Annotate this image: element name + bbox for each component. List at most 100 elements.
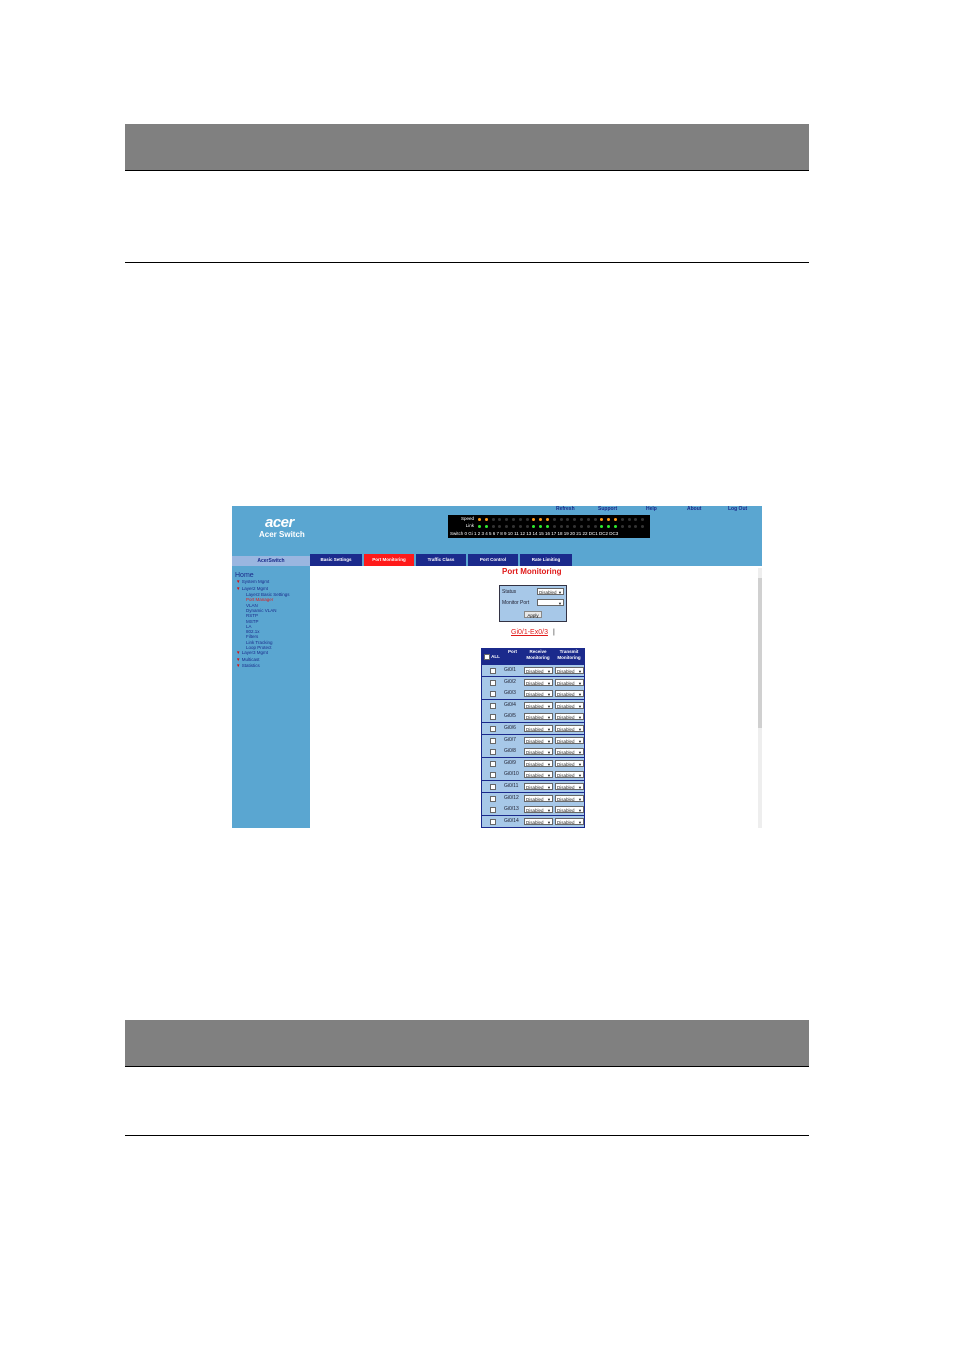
- sidebar-item-multicast[interactable]: ▼ Multicast: [236, 657, 259, 662]
- row-checkbox[interactable]: [490, 702, 496, 709]
- row-checkbox[interactable]: [490, 807, 496, 814]
- row-checkbox[interactable]: [490, 818, 496, 825]
- sidebar-item-system-mgmt[interactable]: ▼ System Mgmt: [236, 579, 269, 584]
- sidebar-item-port-manager[interactable]: Port Manager: [246, 597, 273, 602]
- sidebar-item-loop-protect[interactable]: Loop Protect: [246, 645, 272, 650]
- scrollbar-thumb[interactable]: [758, 578, 762, 728]
- transmit-monitoring-select[interactable]: Disabled ▼: [555, 771, 584, 779]
- table-row: Gi0/11 Disabled ▼ Disabled ▼: [482, 781, 584, 792]
- apply-button[interactable]: Apply: [524, 611, 542, 618]
- chevron-down-icon: ▼: [547, 703, 551, 709]
- receive-monitoring-select[interactable]: Disabled ▼: [524, 667, 553, 674]
- transmit-monitoring-select[interactable]: Disabled ▼: [555, 806, 584, 814]
- transmit-monitoring-select[interactable]: Disabled ▼: [555, 748, 584, 756]
- port-led-indicator: [518, 518, 522, 521]
- port-led-indicator: [505, 525, 509, 528]
- sidebar-item-home[interactable]: Home: [235, 572, 254, 579]
- receive-monitoring-select[interactable]: Disabled ▼: [524, 771, 553, 779]
- port-name: Gi0/11: [504, 783, 519, 789]
- transmit-monitoring-select[interactable]: Disabled ▼: [555, 667, 584, 674]
- sidebar-item-statistics[interactable]: ▼ Statistics: [236, 663, 260, 668]
- refresh-link[interactable]: Refresh: [556, 506, 575, 512]
- tab-basic-settings[interactable]: Basic Settings: [310, 554, 362, 566]
- scrollbar[interactable]: [758, 568, 762, 828]
- receive-monitoring-select[interactable]: Disabled ▼: [524, 806, 553, 814]
- port-led-indicator: [600, 525, 604, 528]
- receive-monitoring-select[interactable]: Disabled ▼: [524, 701, 553, 709]
- tab-port-monitoring[interactable]: Port Monitoring: [364, 554, 414, 566]
- port-led-indicator: [525, 525, 529, 528]
- transmit-monitoring-value: Disabled: [557, 692, 575, 698]
- receive-monitoring-select[interactable]: Disabled ▼: [524, 794, 553, 802]
- transmit-monitoring-select[interactable]: Disabled ▼: [555, 794, 584, 802]
- sidebar-item-layer2-mgmt[interactable]: ▼ Layer2 Mgmt: [236, 586, 268, 591]
- monitor-port-select[interactable]: ▼: [537, 599, 564, 606]
- port-led-indicator: [607, 525, 611, 528]
- sidebar-item-label: VLAN: [246, 602, 258, 608]
- sidebar-item-la[interactable]: LA: [246, 624, 252, 629]
- receive-monitoring-select[interactable]: Disabled ▼: [524, 713, 553, 721]
- receive-monitoring-select[interactable]: Disabled ▼: [524, 678, 553, 686]
- led-switch-label: Switch 0: [450, 531, 468, 536]
- row-checkbox[interactable]: [490, 760, 496, 767]
- transmit-monitoring-select[interactable]: Disabled ▼: [555, 713, 584, 721]
- all-checkbox[interactable]: [484, 653, 491, 660]
- row-checkbox[interactable]: [490, 726, 496, 732]
- sidebar-item-link-tracking[interactable]: Link Tracking: [246, 640, 273, 645]
- port-led-indicator: [627, 525, 631, 528]
- tab-port-control[interactable]: Port Control: [468, 554, 518, 566]
- sidebar-item-filters[interactable]: Filters: [246, 634, 258, 639]
- row-checkbox[interactable]: [490, 795, 496, 802]
- transmit-monitoring-select[interactable]: Disabled ▼: [555, 736, 584, 744]
- sidebar-item-label: LA: [246, 623, 252, 629]
- receive-monitoring-select[interactable]: Disabled ▼: [524, 736, 553, 744]
- port-range-link[interactable]: Gi0/1-Ex0/3: [511, 629, 548, 636]
- port-led-indicator: [484, 525, 488, 528]
- receive-monitoring-select[interactable]: Disabled ▼: [524, 690, 553, 698]
- receive-monitoring-value: Disabled: [526, 738, 544, 744]
- sidebar-item-label: Filters: [246, 634, 259, 640]
- about-link[interactable]: About: [687, 506, 701, 512]
- port-name: Gi0/1: [504, 667, 516, 673]
- row-checkbox[interactable]: [490, 668, 496, 674]
- row-checkbox[interactable]: [490, 714, 496, 721]
- transmit-monitoring-select[interactable]: Disabled ▼: [555, 690, 584, 698]
- port-led-indicator: [634, 518, 638, 521]
- transmit-monitoring-select[interactable]: Disabled ▼: [555, 783, 584, 790]
- transmit-monitoring-select[interactable]: Disabled ▼: [555, 725, 584, 732]
- logout-link[interactable]: Log Out: [728, 506, 747, 512]
- row-checkbox[interactable]: [490, 749, 496, 756]
- sidebar-item-layer2-basic-settings[interactable]: Layer2 Basic Settings: [246, 592, 290, 597]
- sidebar-item-802-1x[interactable]: 802.1x: [246, 629, 260, 634]
- tab-rate-limiting[interactable]: Rate Limiting: [520, 554, 572, 566]
- sidebar-item-dynamic-vlan[interactable]: Dynamic VLAN: [246, 608, 277, 613]
- receive-monitoring-select[interactable]: Disabled ▼: [524, 759, 553, 767]
- sidebar-item-rstp[interactable]: RSTP: [246, 613, 258, 618]
- sidebar-item-mstp[interactable]: MSTP: [246, 619, 259, 624]
- header-all[interactable]: ALL: [482, 649, 502, 664]
- transmit-monitoring-select[interactable]: Disabled ▼: [555, 701, 584, 709]
- row-checkbox[interactable]: [490, 784, 496, 790]
- receive-monitoring-select[interactable]: Disabled ▼: [524, 748, 553, 756]
- row-checkbox[interactable]: [490, 679, 496, 686]
- receive-monitoring-select[interactable]: Disabled ▼: [524, 725, 553, 732]
- row-checkbox[interactable]: [490, 691, 496, 698]
- row-checkbox[interactable]: [490, 772, 496, 779]
- tab-traffic-class[interactable]: Traffic Class: [416, 554, 466, 566]
- chevron-down-icon: ▼: [547, 692, 551, 698]
- port-led-indicator: [641, 525, 645, 528]
- sidebar-item-vlan[interactable]: VLAN: [246, 603, 258, 608]
- support-link[interactable]: Support: [598, 506, 617, 512]
- row-checkbox[interactable]: [490, 737, 496, 744]
- bottom-section-band: [125, 1020, 809, 1066]
- receive-monitoring-select[interactable]: Disabled ▼: [524, 817, 553, 825]
- receive-monitoring-select[interactable]: Disabled ▼: [524, 783, 553, 790]
- help-link[interactable]: Help: [646, 506, 657, 512]
- transmit-monitoring-select[interactable]: Disabled ▼: [555, 817, 584, 825]
- sidebar-item-layer3-mgmt[interactable]: ▼ Layer3 Mgmt: [236, 650, 268, 655]
- header-all-label: ALL: [491, 654, 500, 659]
- port-name: Gi0/6: [504, 725, 516, 731]
- transmit-monitoring-select[interactable]: Disabled ▼: [555, 759, 584, 767]
- transmit-monitoring-select[interactable]: Disabled ▼: [555, 678, 584, 686]
- status-select[interactable]: Disabled ▼: [537, 588, 564, 595]
